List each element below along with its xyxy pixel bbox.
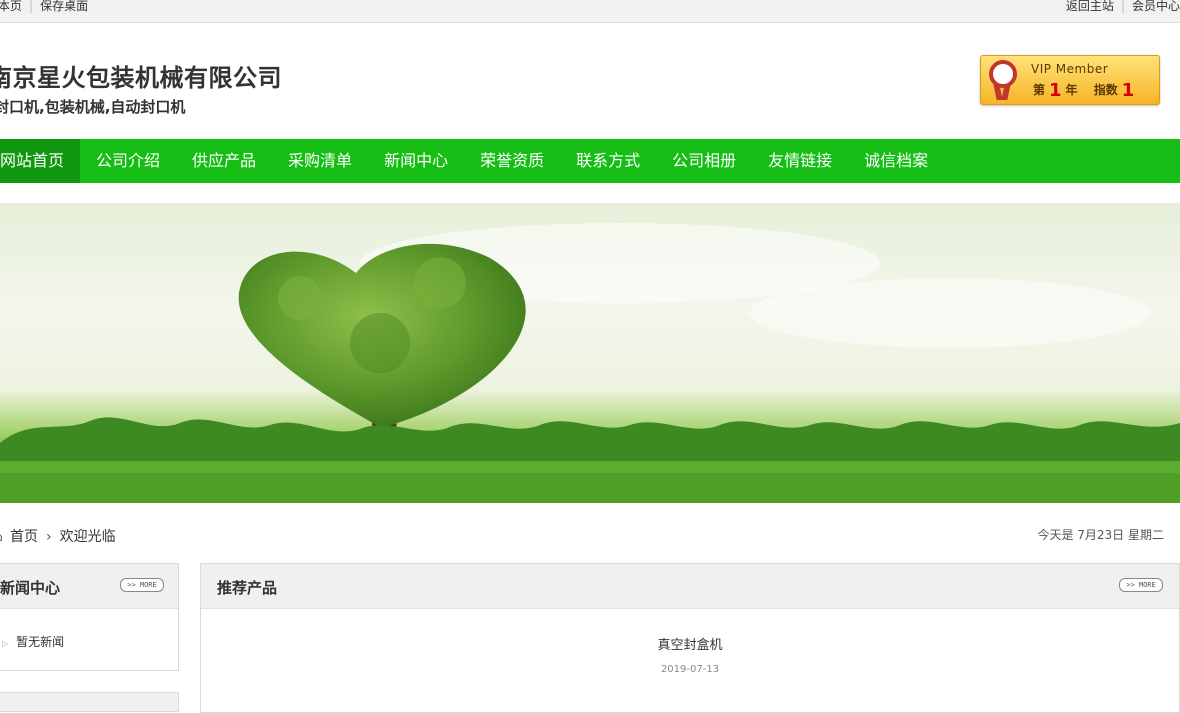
divider: | xyxy=(1120,0,1125,13)
nav-item-about[interactable]: 公司介绍 xyxy=(80,139,176,183)
heart-tree-illustration xyxy=(0,223,1180,503)
news-empty-item: ▷ 暂无新闻 xyxy=(2,633,64,650)
vip-title: VIP Member xyxy=(1031,62,1109,76)
year-suffix: 年 xyxy=(1065,83,1078,97)
product-name-link[interactable]: 真空封盒机 xyxy=(201,634,1179,653)
year-prefix: 第 xyxy=(1033,83,1046,97)
nav-item-purchase[interactable]: 采购清单 xyxy=(272,139,368,183)
breadcrumb: ⌂ 首页 › 欢迎光临 xyxy=(0,526,116,546)
save-desktop-link[interactable]: 保存桌面 xyxy=(40,0,88,13)
news-panel: 新闻中心 >> MORE ▷ 暂无新闻 xyxy=(0,563,179,671)
index-label: 指数 xyxy=(1093,83,1118,97)
vip-stats: 第1年 指数 1 xyxy=(1033,80,1138,101)
nav-item-contact[interactable]: 联系方式 xyxy=(560,139,656,183)
product-item: 真空封盒机 2019-07-13 xyxy=(201,634,1179,675)
nav-item-home[interactable]: 网站首页 xyxy=(0,139,81,183)
products-panel-header: 推荐产品 >> MORE xyxy=(201,564,1179,609)
nav-item-album[interactable]: 公司相册 xyxy=(656,139,752,183)
news-more-button[interactable]: >> MORE xyxy=(120,578,164,592)
index-value: 1 xyxy=(1121,80,1135,101)
breadcrumb-current: 欢迎光临 xyxy=(59,529,116,545)
back-to-main-link[interactable]: 返回主站 xyxy=(1066,0,1114,13)
year-value: 1 xyxy=(1049,80,1062,101)
vip-member-badge: VIP Member 第1年 指数 1 xyxy=(980,55,1160,105)
company-name: 南京星火包装机械有限公司 xyxy=(0,64,282,92)
date-display: 今天是 7月23日 星期二 xyxy=(1037,528,1164,542)
triangle-bullet-icon: ▷ xyxy=(2,639,9,648)
topbar-right: 返回主站 | 会员中心 xyxy=(1066,0,1180,13)
recommended-products-panel: 推荐产品 >> MORE 真空封盒机 2019-07-13 xyxy=(200,563,1180,713)
top-utility-bar: 藏本页 | 保存桌面 返回主站 | 会员中心 xyxy=(0,0,1180,23)
breadcrumb-home-link[interactable]: 首页 xyxy=(10,529,38,545)
nav-item-honors[interactable]: 荣誉资质 xyxy=(464,139,560,183)
nav-item-news[interactable]: 新闻中心 xyxy=(368,139,464,183)
member-center-link[interactable]: 会员中心 xyxy=(1132,0,1180,13)
chevron-right-icon: › xyxy=(46,529,52,545)
topbar-left: 藏本页 | 保存桌面 xyxy=(0,0,88,13)
medal-icon xyxy=(989,60,1017,88)
main-nav: 网站首页 公司介绍 供应产品 采购清单 新闻中心 荣誉资质 联系方式 公司相册 … xyxy=(0,139,1180,183)
products-panel-title: 推荐产品 xyxy=(217,579,278,597)
nav-item-credit[interactable]: 诚信档案 xyxy=(848,139,944,183)
home-icon: ⌂ xyxy=(0,529,4,545)
news-panel-header: 新闻中心 >> MORE xyxy=(0,564,178,609)
nav-item-products[interactable]: 供应产品 xyxy=(176,139,272,183)
left-panel-next xyxy=(0,692,179,712)
bookmark-link[interactable]: 藏本页 xyxy=(0,0,22,13)
company-keywords: 封口机,包装机械,自动封口机 xyxy=(0,98,186,116)
news-panel-title: 新闻中心 xyxy=(0,579,61,597)
banner-image xyxy=(0,203,1180,503)
products-more-button[interactable]: >> MORE xyxy=(1119,578,1163,592)
divider: | xyxy=(29,0,34,13)
product-date: 2019-07-13 xyxy=(660,664,720,675)
nav-item-links[interactable]: 友情链接 xyxy=(752,139,848,183)
news-empty-text: 暂无新闻 xyxy=(16,635,65,649)
